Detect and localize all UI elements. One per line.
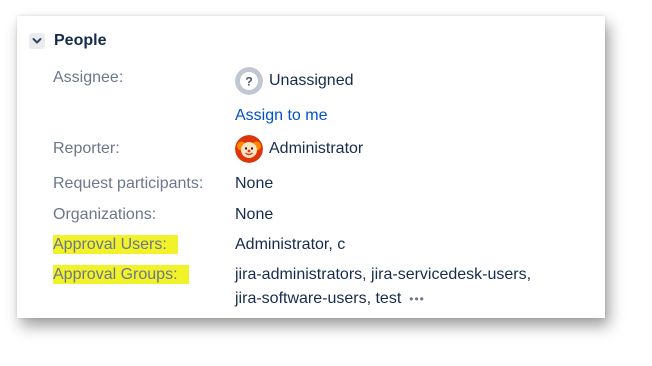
assignee-label: Assignee: [53,69,124,86]
approval-groups-row: Approval Groups: jira-administrators, ji… [53,264,531,310]
reporter-value: Administrator [235,135,363,163]
approval-users-highlight: Approval Users: [53,235,178,254]
approval-groups-line-2: jira-software-users, test ••• [235,288,531,310]
assignee-value: ? Unassigned Assign to me [235,67,354,127]
request-participants-row: Request participants: None [53,173,273,195]
section-title: People [54,32,107,49]
organizations-value[interactable]: None [235,204,273,226]
assignee-name: Unassigned [269,72,354,89]
chevron-down-icon [32,38,42,44]
reporter-row: Reporter: Administrator [53,135,363,163]
reporter-label: Reporter: [53,140,120,157]
assignee-row: Assignee: ? Unassigned Assign to me [53,67,354,127]
approval-groups-value[interactable]: jira-administrators, jira-servicedesk-us… [235,264,531,310]
request-participants-label: Request participants: [53,175,204,192]
organizations-label: Organizations: [53,206,157,223]
approval-users-label: Approval Users: [53,234,235,256]
assign-to-me-link[interactable]: Assign to me [235,107,327,124]
collapse-toggle[interactable] [29,33,45,49]
unknown-user-icon: ? [235,67,263,95]
reporter-name[interactable]: Administrator [269,138,363,160]
approval-groups-highlight: Approval Groups: [53,265,189,284]
approval-users-value[interactable]: Administrator, c [235,234,345,256]
people-section-header: People [29,32,106,50]
svg-text:?: ? [245,75,252,89]
people-panel: People Assignee: ? Unassigned Assign to … [17,16,605,318]
approval-groups-label: Approval Groups: [53,264,235,310]
ellipsis-icon[interactable]: ••• [409,288,425,310]
request-participants-value[interactable]: None [235,173,273,195]
approval-users-row: Approval Users: Administrator, c [53,234,345,256]
organizations-row: Organizations: None [53,204,273,226]
approval-groups-line-1: jira-administrators, jira-servicedesk-us… [235,266,532,283]
user-avatar[interactable] [235,135,263,163]
